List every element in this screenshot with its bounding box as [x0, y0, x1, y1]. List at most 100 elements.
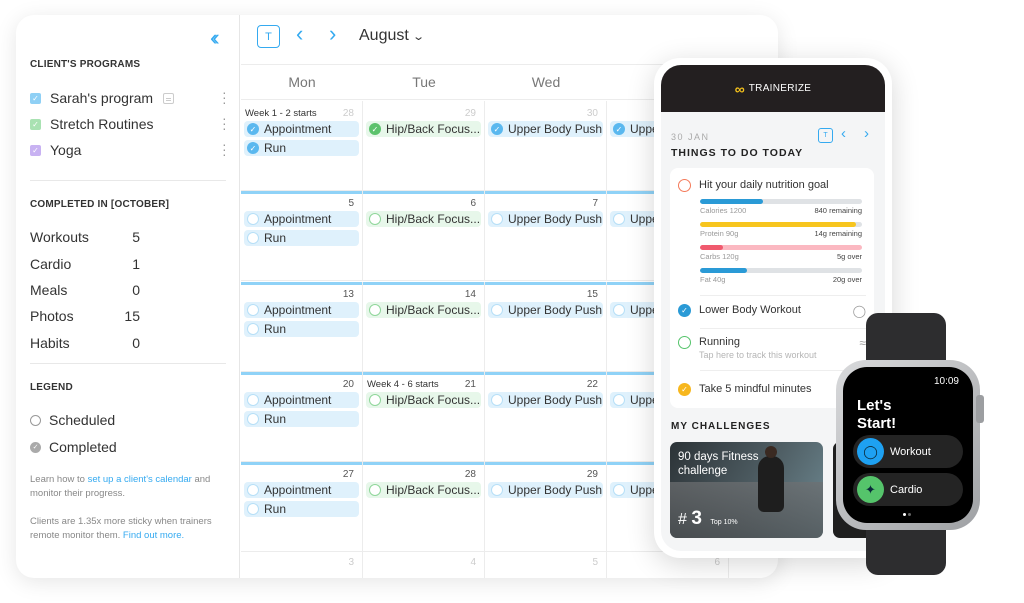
- scheduled-circle-icon[interactable]: [491, 213, 503, 225]
- month-selector[interactable]: August ⌄: [359, 27, 425, 45]
- collapse-sidebar-button[interactable]: ‹‹: [210, 25, 219, 51]
- completed-check-icon[interactable]: ✓: [247, 142, 259, 154]
- setup-calendar-link[interactable]: set up a client's calendar: [88, 474, 192, 485]
- program-item-stretch-routines[interactable]: ✓ Stretch Routines · · ·: [30, 111, 227, 135]
- calendar-event[interactable]: ✓ Upper Body Push: [488, 121, 603, 137]
- calendar-event[interactable]: Upper Body Push: [488, 392, 603, 408]
- completed-check-icon[interactable]: ✓: [247, 123, 259, 135]
- scheduled-circle-icon[interactable]: [613, 304, 625, 316]
- calendar-event[interactable]: Appointment: [244, 302, 359, 318]
- today-button[interactable]: T: [257, 25, 280, 48]
- program-checkbox[interactable]: ✓: [30, 118, 41, 130]
- next-month-button[interactable]: ›: [329, 21, 336, 47]
- open-circle-icon[interactable]: [678, 336, 691, 349]
- calendar-event[interactable]: ✓ Run: [244, 140, 359, 156]
- scheduled-circle-icon[interactable]: [369, 394, 381, 406]
- macro-label: Fat 40g: [700, 275, 726, 284]
- day-cell[interactable]: 4: [363, 550, 485, 578]
- calendar-event[interactable]: Run: [244, 321, 359, 337]
- calendar-event[interactable]: Upper Body Push: [488, 302, 603, 318]
- scheduled-circle-icon[interactable]: [247, 484, 259, 496]
- more-options-icon[interactable]: · · ·: [222, 111, 227, 135]
- day-cell[interactable]: 5 Appointment Run: [241, 191, 363, 280]
- calendar-event[interactable]: Run: [244, 230, 359, 246]
- scheduled-circle-icon[interactable]: [613, 484, 625, 496]
- challenge-card[interactable]: 90 days Fitness challenge # 3 Top 10%: [670, 442, 823, 538]
- todo-label: Hit your daily nutrition goal: [699, 179, 829, 191]
- prev-month-button[interactable]: ‹: [296, 21, 303, 47]
- scheduled-circle-icon[interactable]: [247, 323, 259, 335]
- day-cell[interactable]: 7 Upper Body Push: [485, 191, 607, 280]
- find-out-more-link[interactable]: Find out more.: [123, 530, 184, 541]
- calendar-event[interactable]: Hip/Back Focus...: [366, 302, 481, 318]
- day-cell[interactable]: 3: [241, 550, 363, 578]
- calendar-event[interactable]: Run: [244, 501, 359, 517]
- calendar-event[interactable]: Appointment: [244, 392, 359, 408]
- scheduled-circle-icon[interactable]: [247, 213, 259, 225]
- day-cell[interactable]: 27 Appointment Run: [241, 462, 363, 551]
- calendar-event[interactable]: Appointment: [244, 211, 359, 227]
- check-circle-icon[interactable]: ✓: [678, 304, 691, 317]
- calendar-event[interactable]: Hip/Back Focus...: [366, 482, 481, 498]
- day-header-tue: Tue: [412, 74, 436, 90]
- phone-next-day-button[interactable]: ›: [864, 125, 869, 142]
- day-cell[interactable]: 14 Hip/Back Focus...: [363, 282, 485, 371]
- more-options-icon[interactable]: · · ·: [222, 85, 227, 109]
- scheduled-circle-icon[interactable]: [247, 413, 259, 425]
- scheduled-circle-icon[interactable]: [491, 304, 503, 316]
- calendar-event[interactable]: Upper Body Push: [488, 482, 603, 498]
- day-cell[interactable]: 15 Upper Body Push: [485, 282, 607, 371]
- day-cell[interactable]: 28 Week 1 - 2 starts ✓ Appointment ✓ Run: [241, 101, 363, 190]
- calendar-event[interactable]: ✓ Hip/Back Focus...: [366, 121, 481, 137]
- scheduled-circle-icon[interactable]: [369, 304, 381, 316]
- scheduled-circle-icon[interactable]: [247, 503, 259, 515]
- scheduled-circle-icon[interactable]: [369, 213, 381, 225]
- scheduled-circle-icon[interactable]: [491, 394, 503, 406]
- program-checkbox[interactable]: ✓: [30, 144, 41, 156]
- phone-today-button[interactable]: T: [818, 128, 833, 143]
- macro-progress-bar: [700, 245, 862, 250]
- scheduled-circle-icon[interactable]: [247, 232, 259, 244]
- day-cell[interactable]: 29 ✓ Hip/Back Focus...: [363, 101, 485, 190]
- day-number: 5: [348, 198, 354, 209]
- day-cell[interactable]: 22 Upper Body Push: [485, 372, 607, 461]
- completed-check-icon[interactable]: ✓: [491, 123, 503, 135]
- scheduled-circle-icon[interactable]: [613, 213, 625, 225]
- calendar-event[interactable]: ✓ Appointment: [244, 121, 359, 137]
- check-circle-icon[interactable]: ✓: [678, 383, 691, 396]
- todo-lower-body-workout[interactable]: ✓ Lower Body Workout ◯: [678, 304, 866, 318]
- completed-check-icon[interactable]: ✓: [613, 123, 625, 135]
- day-cell[interactable]: 13 Appointment Run: [241, 282, 363, 371]
- scheduled-circle-icon[interactable]: [491, 484, 503, 496]
- program-checkbox[interactable]: ✓: [30, 92, 41, 104]
- program-item-sarahs-program[interactable]: ✓ Sarah's program · · ·: [30, 85, 227, 109]
- day-header-wed: Wed: [531, 74, 561, 90]
- calendar-event[interactable]: Upper Body Push: [488, 211, 603, 227]
- scheduled-circle-icon[interactable]: [369, 484, 381, 496]
- day-cell[interactable]: 20 Appointment Run: [241, 372, 363, 461]
- calendar-event[interactable]: Hip/Back Focus...: [366, 211, 481, 227]
- event-label: Hip/Back Focus...: [386, 303, 481, 317]
- todo-running[interactable]: Running Tap here to track this workout ≈: [678, 336, 866, 360]
- calendar-event[interactable]: Run: [244, 411, 359, 427]
- day-cell[interactable]: 28 Hip/Back Focus...: [363, 462, 485, 551]
- day-cell[interactable]: 21 Week 4 - 6 starts Hip/Back Focus...: [363, 372, 485, 461]
- scheduled-circle-icon[interactable]: [247, 304, 259, 316]
- open-circle-icon[interactable]: [678, 179, 691, 192]
- watch-cardio-button[interactable]: ✦ Cardio: [853, 473, 963, 506]
- day-cell[interactable]: 30 ✓ Upper Body Push: [485, 101, 607, 190]
- watch-workout-button[interactable]: ◯ Workout: [853, 435, 963, 468]
- program-item-yoga[interactable]: ✓ Yoga · · ·: [30, 137, 227, 161]
- calendar-event[interactable]: Hip/Back Focus...: [366, 392, 481, 408]
- scheduled-circle-icon[interactable]: [247, 394, 259, 406]
- todo-nutrition-goal[interactable]: Hit your daily nutrition goal: [678, 179, 866, 192]
- day-cell[interactable]: 29 Upper Body Push: [485, 462, 607, 551]
- day-cell[interactable]: 5: [485, 550, 607, 578]
- calendar-event[interactable]: Appointment: [244, 482, 359, 498]
- completed-check-icon[interactable]: ✓: [369, 123, 381, 135]
- event-label: Run: [264, 141, 287, 155]
- scheduled-circle-icon[interactable]: [613, 394, 625, 406]
- day-cell[interactable]: 6 Hip/Back Focus...: [363, 191, 485, 280]
- more-options-icon[interactable]: · · ·: [222, 137, 227, 161]
- phone-prev-day-button[interactable]: ‹: [841, 125, 846, 142]
